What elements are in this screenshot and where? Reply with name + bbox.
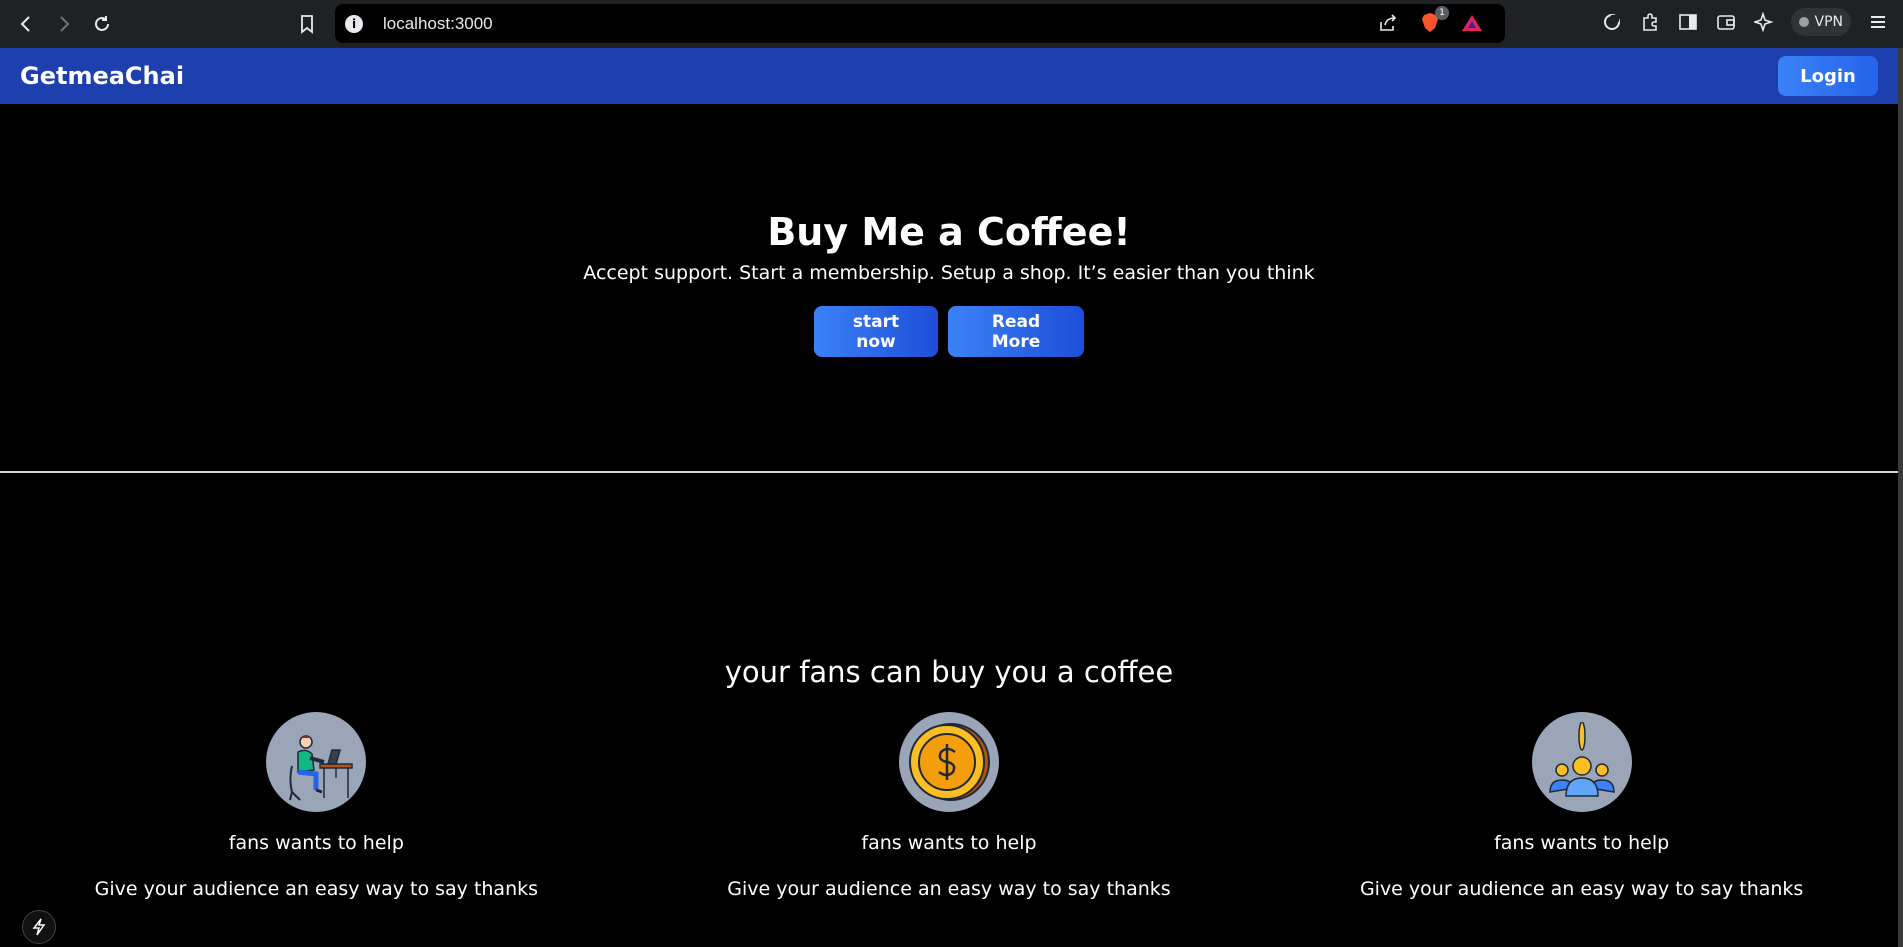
leo-icon[interactable] xyxy=(1601,11,1623,33)
browser-toolbar: i localhost:3000 1 VPN xyxy=(0,0,1903,48)
vpn-status-icon xyxy=(1798,17,1809,27)
brand-logo[interactable]: GetmeaChai xyxy=(20,62,184,90)
feature-title: fans wants to help xyxy=(1494,832,1670,854)
address-bar-actions: 1 xyxy=(1377,6,1483,34)
feature-text: Give your audience an easy way to say th… xyxy=(727,878,1171,900)
feature-card: fans wants to help Give your audience an… xyxy=(1332,712,1832,900)
read-more-button[interactable]: Read More xyxy=(948,306,1084,357)
features-heading: your fans can buy you a coffee xyxy=(724,655,1174,689)
ai-icon[interactable] xyxy=(1753,11,1775,33)
menu-icon[interactable] xyxy=(1867,11,1889,33)
back-icon[interactable] xyxy=(8,6,44,42)
hero-buttons: start now Read More xyxy=(814,306,1084,357)
feature-card: fans wants to help Give your audience an… xyxy=(699,712,1199,900)
browser-toolbar-right: VPN xyxy=(1601,8,1890,36)
info-icon[interactable]: i xyxy=(345,14,363,33)
forward-icon[interactable] xyxy=(46,6,82,42)
vpn-button[interactable]: VPN xyxy=(1790,8,1851,36)
vpn-label: VPN xyxy=(1814,14,1844,30)
address-bar[interactable]: i localhost:3000 1 xyxy=(335,4,1505,43)
lightning-icon[interactable] xyxy=(22,910,56,944)
features-list: fans wants to help Give your audience an… xyxy=(0,712,1898,900)
hero-subtitle: Accept support. Start a membership. Setu… xyxy=(583,262,1315,284)
bookmark-icon[interactable] xyxy=(289,6,325,42)
feature-title: fans wants to help xyxy=(228,832,404,854)
brave-shields-icon[interactable]: 1 xyxy=(1419,6,1449,34)
shields-badge: 1 xyxy=(1435,6,1449,20)
sidebar-icon[interactable] xyxy=(1677,11,1699,33)
section-divider xyxy=(0,471,1898,473)
address-url[interactable]: localhost:3000 xyxy=(383,14,493,34)
extensions-icon[interactable] xyxy=(1639,11,1661,33)
coin-icon xyxy=(898,712,999,812)
feature-title: fans wants to help xyxy=(861,832,1037,854)
feature-text: Give your audience an easy way to say th… xyxy=(94,878,539,900)
site-navbar: GetmeaChai Login xyxy=(0,48,1898,104)
feature-card: fans wants to help Give your audience an… xyxy=(66,712,566,900)
group-icon xyxy=(1531,712,1632,812)
share-icon[interactable] xyxy=(1377,12,1399,34)
page-scrollbar[interactable] xyxy=(1898,48,1903,947)
login-button[interactable]: Login xyxy=(1778,56,1878,96)
browser-nav-controls xyxy=(8,6,120,42)
brave-rewards-icon[interactable] xyxy=(1461,12,1483,34)
hero-title: Buy Me a Coffee! xyxy=(767,210,1131,254)
hero-section: Buy Me a Coffee! Accept support. Start a… xyxy=(0,104,1898,472)
feature-text: Give your audience an easy way to say th… xyxy=(1359,878,1804,900)
man-working-icon xyxy=(266,712,367,812)
wallet-icon[interactable] xyxy=(1715,11,1737,33)
reload-icon[interactable] xyxy=(84,6,120,42)
start-now-button[interactable]: start now xyxy=(814,306,938,357)
